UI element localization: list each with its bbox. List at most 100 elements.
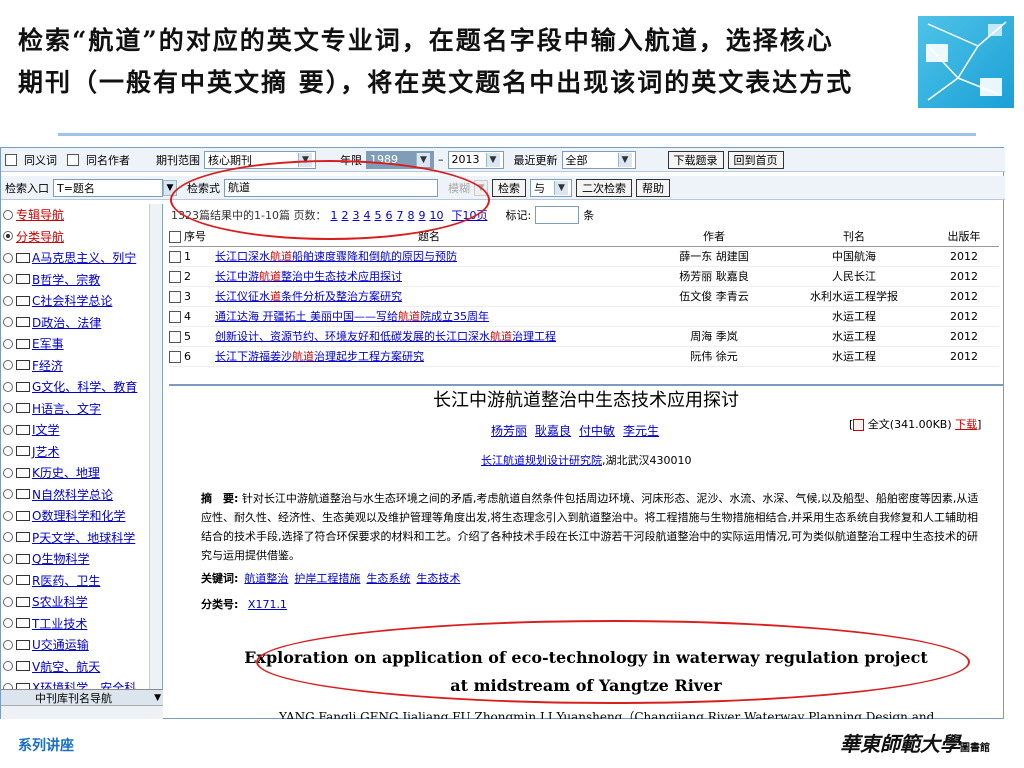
radio-icon[interactable] <box>3 596 13 607</box>
pdf-icon[interactable] <box>853 419 865 431</box>
sidebar-horizontal-scrollbar[interactable] <box>1 705 163 719</box>
sidebar-item[interactable]: K历史、地理 <box>1 462 162 484</box>
entry-select[interactable]: T=题名 <box>53 178 163 197</box>
same-author-checkbox[interactable] <box>67 153 79 166</box>
sidebar-item[interactable]: E军事 <box>1 333 162 355</box>
row-checkbox[interactable] <box>169 330 181 343</box>
radio-icon[interactable] <box>3 274 13 285</box>
result-title-link[interactable]: 长江中游航道整治中生态技术应用探讨 <box>215 270 402 283</box>
chevron-down-icon[interactable]: ▼ <box>163 179 177 196</box>
sidebar-item[interactable]: G文化、科学、教育 <box>1 376 162 398</box>
sidebar-item[interactable]: 专辑导航 <box>1 204 162 226</box>
author-link[interactable]: 杨芳丽 <box>491 424 527 438</box>
radio-icon[interactable] <box>3 252 13 263</box>
radio-icon[interactable] <box>3 575 13 586</box>
sidebar-item[interactable]: O数理科学和化学 <box>1 505 162 527</box>
year-from-select[interactable]: 1989 ▼ <box>366 150 434 169</box>
page-link[interactable]: 7 <box>396 209 403 222</box>
radio-icon[interactable] <box>3 553 13 564</box>
search-button[interactable]: 检索 <box>492 178 526 197</box>
update-select[interactable]: 全部 ▼ <box>561 150 636 169</box>
row-checkbox[interactable] <box>169 350 181 363</box>
sidebar-scrollbar[interactable] <box>149 204 162 702</box>
page-link[interactable]: 9 <box>418 209 425 222</box>
sidebar-item[interactable]: I文学 <box>1 419 162 441</box>
row-checkbox[interactable] <box>169 310 181 323</box>
keyword-link[interactable]: 生态系统 <box>366 572 410 585</box>
keyword-link[interactable]: 护岸工程措施 <box>294 572 360 585</box>
sidebar-item[interactable]: B哲学、宗教 <box>1 269 162 291</box>
radio-icon[interactable] <box>3 489 13 500</box>
sidebar-item[interactable]: S农业科学 <box>1 591 162 613</box>
radio-icon[interactable] <box>3 467 13 478</box>
keyword-link[interactable]: 航道整治 <box>244 572 288 585</box>
sidebar-item[interactable]: C社会科学总论 <box>1 290 162 312</box>
radio-icon[interactable] <box>3 403 13 414</box>
page-link[interactable]: 8 <box>407 209 414 222</box>
synonym-checkbox[interactable] <box>5 153 17 166</box>
home-button[interactable]: 回到首页 <box>727 150 784 169</box>
page-link[interactable]: 4 <box>363 209 370 222</box>
page-link[interactable]: 5 <box>374 209 381 222</box>
affiliation-link[interactable]: 长江航道规划设计研究院 <box>481 454 602 467</box>
sidebar-item[interactable]: A马克思主义、列宁 <box>1 247 162 269</box>
download-records-button[interactable]: 下载题录 <box>667 150 724 169</box>
next-page-link[interactable]: 下10页 <box>451 207 487 223</box>
result-title-link[interactable]: 长江仪征水道条件分析及整治方案研究 <box>215 290 402 303</box>
radio-icon[interactable] <box>3 317 13 328</box>
sidebar-item[interactable]: P天文学、地球科学 <box>1 527 162 549</box>
radio-icon[interactable] <box>3 381 13 392</box>
page-link[interactable]: 2 <box>341 209 348 222</box>
result-title-link[interactable]: 长江下游福姜沙航道治理起步工程方案研究 <box>215 350 424 363</box>
match-mode-select[interactable]: 模糊 <box>448 180 470 196</box>
row-checkbox[interactable] <box>169 290 181 303</box>
radio-icon[interactable] <box>3 231 13 242</box>
chevron-down-icon[interactable]: ▼ <box>474 179 488 196</box>
page-link[interactable]: 1 <box>330 209 337 222</box>
mark-input[interactable] <box>535 206 580 224</box>
journal-nav-footer[interactable]: 中刊库刊名导航 ▼ <box>1 689 163 705</box>
author-link[interactable]: 耿嘉良 <box>535 424 571 438</box>
secondary-search-button[interactable]: 二次检索 <box>576 178 632 197</box>
sidebar-item[interactable]: H语言、文字 <box>1 398 162 420</box>
journal-range-select[interactable]: 核心期刊 ▼ <box>204 150 316 169</box>
logic-select[interactable]: 与 ▼ <box>530 178 572 197</box>
radio-icon[interactable] <box>3 510 13 521</box>
sidebar-item[interactable]: J艺术 <box>1 441 162 463</box>
query-input[interactable]: 航道 <box>224 178 438 197</box>
sidebar-item[interactable]: 分类导航 <box>1 226 162 248</box>
select-all-checkbox[interactable] <box>169 230 181 243</box>
radio-icon[interactable] <box>3 446 13 457</box>
sidebar-item[interactable]: T工业技术 <box>1 613 162 635</box>
sidebar-item[interactable]: Q生物科学 <box>1 548 162 570</box>
class-code-link[interactable]: X171.1 <box>248 598 287 611</box>
sidebar-item[interactable]: R医药、卫生 <box>1 570 162 592</box>
sidebar-item[interactable]: U交通运输 <box>1 634 162 656</box>
row-checkbox[interactable] <box>169 270 181 283</box>
row-checkbox[interactable] <box>169 250 181 263</box>
page-link[interactable]: 3 <box>352 209 359 222</box>
sidebar-item[interactable]: D政治、法律 <box>1 312 162 334</box>
radio-icon[interactable] <box>3 424 13 435</box>
download-link[interactable]: 下载 <box>955 418 977 431</box>
sidebar-item[interactable]: N自然科学总论 <box>1 484 162 506</box>
help-button[interactable]: 帮助 <box>636 178 670 197</box>
keyword-link[interactable]: 生态技术 <box>416 572 460 585</box>
result-title-link[interactable]: 通江达海 开疆拓土 美丽中国——写给航道院成立35周年 <box>215 310 489 323</box>
radio-icon[interactable] <box>3 661 13 672</box>
author-link[interactable]: 付中敏 <box>579 424 615 438</box>
radio-icon[interactable] <box>3 360 13 371</box>
radio-icon[interactable] <box>3 639 13 650</box>
result-title-link[interactable]: 创新设计、资源节约、环境友好和低碳发展的长江口深水航道治理工程 <box>215 330 556 343</box>
radio-icon[interactable] <box>3 338 13 349</box>
radio-icon[interactable] <box>3 532 13 543</box>
page-link[interactable]: 10 <box>429 209 443 222</box>
sidebar-item[interactable]: V航空、航天 <box>1 656 162 678</box>
sidebar-item[interactable]: F经济 <box>1 355 162 377</box>
page-link[interactable]: 6 <box>385 209 392 222</box>
radio-icon[interactable] <box>3 618 13 629</box>
year-to-select[interactable]: 2013 ▼ <box>447 150 504 169</box>
result-title-link[interactable]: 长江口深水航道船舶速度骤降和倒航的原因与预防 <box>215 250 457 263</box>
author-link[interactable]: 李元生 <box>623 424 659 438</box>
radio-icon[interactable] <box>3 295 13 306</box>
